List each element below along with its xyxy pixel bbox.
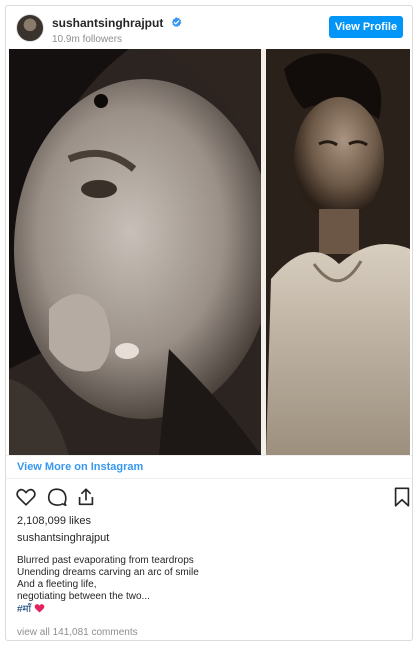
caption-hashtag-line: #माँ [17, 603, 199, 616]
bookmark-icon[interactable] [391, 486, 413, 508]
post-photo-collage [9, 49, 410, 455]
post-image[interactable] [9, 49, 410, 455]
action-bar [15, 486, 410, 508]
avatar[interactable] [16, 14, 44, 42]
caption-line: Blurred past evaporating from teardrops [17, 555, 194, 566]
caption-line: Unending dreams carving an arc of smile [17, 567, 199, 578]
view-profile-button[interactable]: View Profile [329, 16, 403, 38]
caption-line: negotiating between the two... [17, 591, 150, 602]
view-more-link[interactable]: View More on Instagram [17, 461, 143, 473]
post-header: sushantsinghrajput 10.9m followers View … [6, 6, 412, 48]
follower-count: 10.9m followers [52, 34, 123, 45]
divider [6, 455, 412, 456]
caption-line: And a fleeting life, [17, 579, 97, 590]
divider [6, 478, 412, 479]
user-info: sushantsinghrajput 10.9m followers [52, 14, 182, 45]
post-owner[interactable]: sushantsinghrajput [17, 532, 109, 544]
verified-badge-icon [171, 17, 182, 27]
red-heart-icon [34, 604, 45, 613]
share-arrow-icon[interactable] [75, 486, 97, 508]
hashtag-link[interactable]: #माँ [17, 604, 31, 615]
view-all-comments-link[interactable]: view all 141,081 comments [17, 627, 138, 638]
heart-outline-icon[interactable] [15, 486, 37, 508]
instagram-embed-card: sushantsinghrajput 10.9m followers View … [5, 5, 413, 641]
username[interactable]: sushantsinghrajput [52, 16, 163, 30]
caption: Blurred past evaporating from teardrops … [17, 555, 199, 616]
like-count[interactable]: 2,108,099 likes [17, 515, 91, 527]
comment-bubble-icon[interactable] [46, 486, 68, 508]
